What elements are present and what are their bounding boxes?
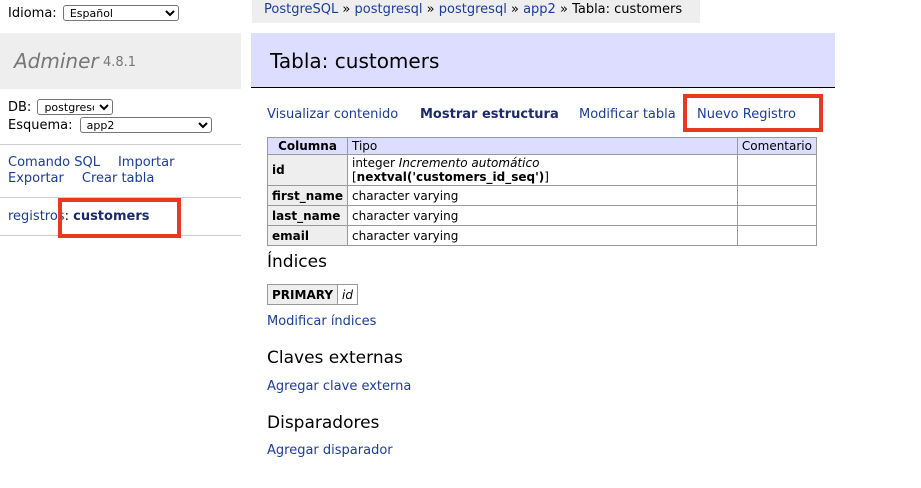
app-version: 4.8.1 <box>103 55 137 70</box>
breadcrumb-link[interactable]: PostgreSQL <box>264 2 338 17</box>
structure-table: Columna Tipo Comentario id integer Incre… <box>267 137 818 246</box>
page-title: Tabla: customers <box>270 49 440 73</box>
table-row: PRIMARY id <box>266 284 358 305</box>
breadcrumb-separator: » <box>510 2 519 17</box>
column-name: last_name <box>267 205 348 226</box>
sidebar-divider <box>0 235 241 236</box>
indexes-table: PRIMARY id <box>266 284 358 305</box>
column-comment <box>736 205 818 226</box>
breadcrumb-link[interactable]: app2 <box>523 2 556 17</box>
column-header-type: Tipo <box>346 137 738 155</box>
column-header-comment: Comentario <box>736 137 818 155</box>
indexes-heading: Índices <box>267 252 327 272</box>
schema-select[interactable]: app2 <box>79 117 212 133</box>
sidebar-links: Comando SQL Importar Exportar Crear tabla <box>8 155 192 187</box>
table-customers-link[interactable]: customers <box>73 209 149 224</box>
tab-alter-table[interactable]: Modificar tabla <box>579 107 676 122</box>
table-separator: : <box>64 209 69 224</box>
index-column: id <box>337 284 358 305</box>
modify-indexes-link[interactable]: Modificar índices <box>267 314 376 329</box>
table-row: email character varying <box>267 225 818 246</box>
tab-show-structure: Mostrar estructura <box>420 107 559 122</box>
export-link[interactable]: Exportar <box>8 171 64 186</box>
language-selector-row: Idioma: Español <box>8 5 179 21</box>
sidebar-divider <box>0 144 241 145</box>
column-type: character varying <box>346 205 738 226</box>
db-label: DB: <box>8 100 32 115</box>
language-select[interactable]: Español <box>62 5 179 21</box>
language-label: Idioma: <box>8 6 57 21</box>
table-row: id integer Incremento automático [nextva… <box>267 154 818 186</box>
column-comment <box>736 154 818 186</box>
column-type: integer Incremento automático [nextval('… <box>346 154 738 186</box>
breadcrumb-link[interactable]: postgresql <box>439 2 507 17</box>
tab-browse-data[interactable]: Visualizar contenido <box>267 107 398 122</box>
default-value: nextval('customers_id_seq') <box>356 170 545 184</box>
breadcrumb-separator: » <box>426 2 435 17</box>
breadcrumb-link[interactable]: postgresql <box>355 2 423 17</box>
breadcrumb-current: Tabla: customers <box>572 2 683 17</box>
breadcrumb: PostgreSQL » postgresql » postgresql » a… <box>252 0 700 23</box>
sql-command-link[interactable]: Comando SQL <box>8 155 100 170</box>
auto-increment-note: Incremento automático <box>398 156 540 170</box>
column-name: email <box>267 225 348 246</box>
db-select[interactable]: postgresql <box>37 99 114 115</box>
sidebar-table-item: registros: customers <box>8 209 149 224</box>
breadcrumb-separator: » <box>342 2 351 17</box>
create-table-link[interactable]: Crear tabla <box>82 171 154 186</box>
column-type: character varying <box>346 185 738 206</box>
import-link[interactable]: Importar <box>118 155 174 170</box>
schema-selector-row: Esquema: app2 <box>8 117 212 133</box>
table-row: first_name character varying <box>267 185 818 206</box>
select-data-link[interactable]: registros <box>8 209 65 224</box>
breadcrumb-separator: » <box>559 2 568 17</box>
sidebar-divider <box>0 197 241 198</box>
brand-header: Adminer 4.8.1 <box>0 33 241 89</box>
type-text: integer <box>351 156 395 170</box>
schema-label: Esquema: <box>8 118 73 133</box>
foreign-keys-heading: Claves externas <box>267 348 403 368</box>
column-name: id <box>267 154 348 186</box>
column-type: character varying <box>346 225 738 246</box>
column-comment <box>736 185 818 206</box>
table-header-row: Columna Tipo Comentario <box>267 137 818 155</box>
app-name-link[interactable]: Adminer <box>14 49 99 73</box>
column-header-column: Columna <box>267 137 348 155</box>
tab-new-item[interactable]: Nuevo Registro <box>697 107 796 122</box>
table-row: last_name character varying <box>267 205 818 226</box>
triggers-heading: Disparadores <box>267 413 380 433</box>
index-type: PRIMARY <box>266 284 339 305</box>
column-name: first_name <box>267 185 348 206</box>
add-trigger-link[interactable]: Agregar disparador <box>267 443 393 458</box>
default-bracket-close: ] <box>544 170 549 184</box>
page-title-bar: Tabla: customers <box>251 33 835 88</box>
add-foreign-key-link[interactable]: Agregar clave externa <box>267 379 411 394</box>
db-selector-row: DB: postgresql <box>8 99 114 115</box>
column-comment <box>736 225 818 246</box>
